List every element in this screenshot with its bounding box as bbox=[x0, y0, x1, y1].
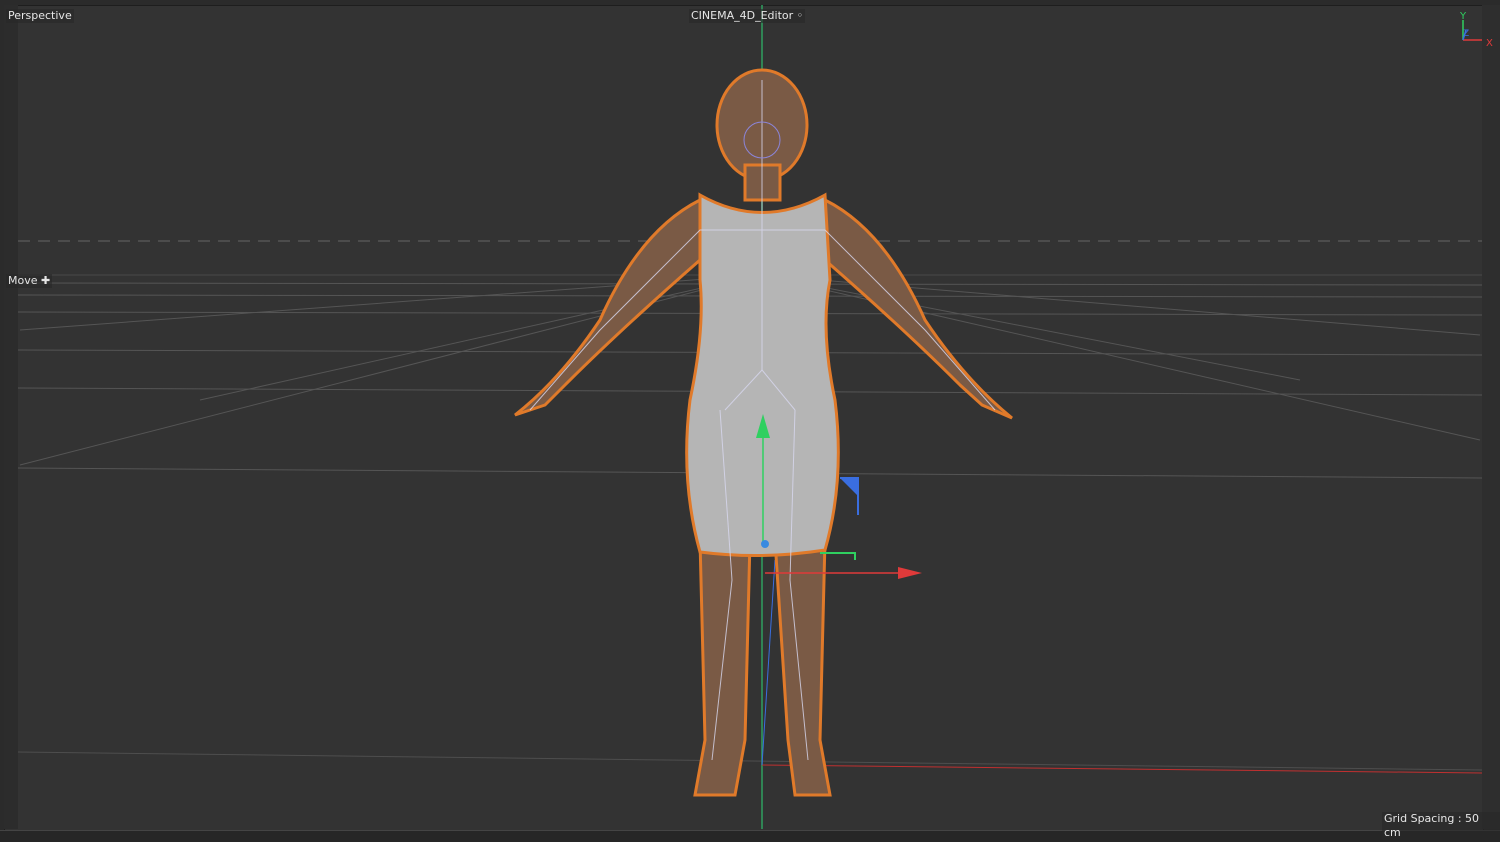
axis-y-label: Y bbox=[1459, 11, 1467, 22]
gizmo-center bbox=[761, 540, 769, 548]
tool-name: Move bbox=[8, 274, 38, 287]
active-tool-label: Move ✚ bbox=[6, 274, 53, 288]
scene-canvas: Y Z X bbox=[17, 5, 1493, 829]
axis-z-label: Z bbox=[1463, 29, 1469, 39]
camera-icon: ◦ bbox=[796, 9, 804, 22]
camera-view-label[interactable]: Perspective bbox=[6, 9, 74, 23]
world-z-axis bbox=[761, 559, 776, 766]
axis-x-label: X bbox=[1486, 38, 1493, 49]
move-cross-icon: ✚ bbox=[41, 274, 51, 287]
camera-name: CINEMA_4D_Editor bbox=[691, 9, 794, 22]
camera-name-label[interactable]: CINEMA_4D_Editor ◦ bbox=[689, 9, 806, 23]
grid-spacing-label: Grid Spacing : 50 cm bbox=[1382, 812, 1500, 840]
x-arrow-handle bbox=[898, 567, 922, 579]
